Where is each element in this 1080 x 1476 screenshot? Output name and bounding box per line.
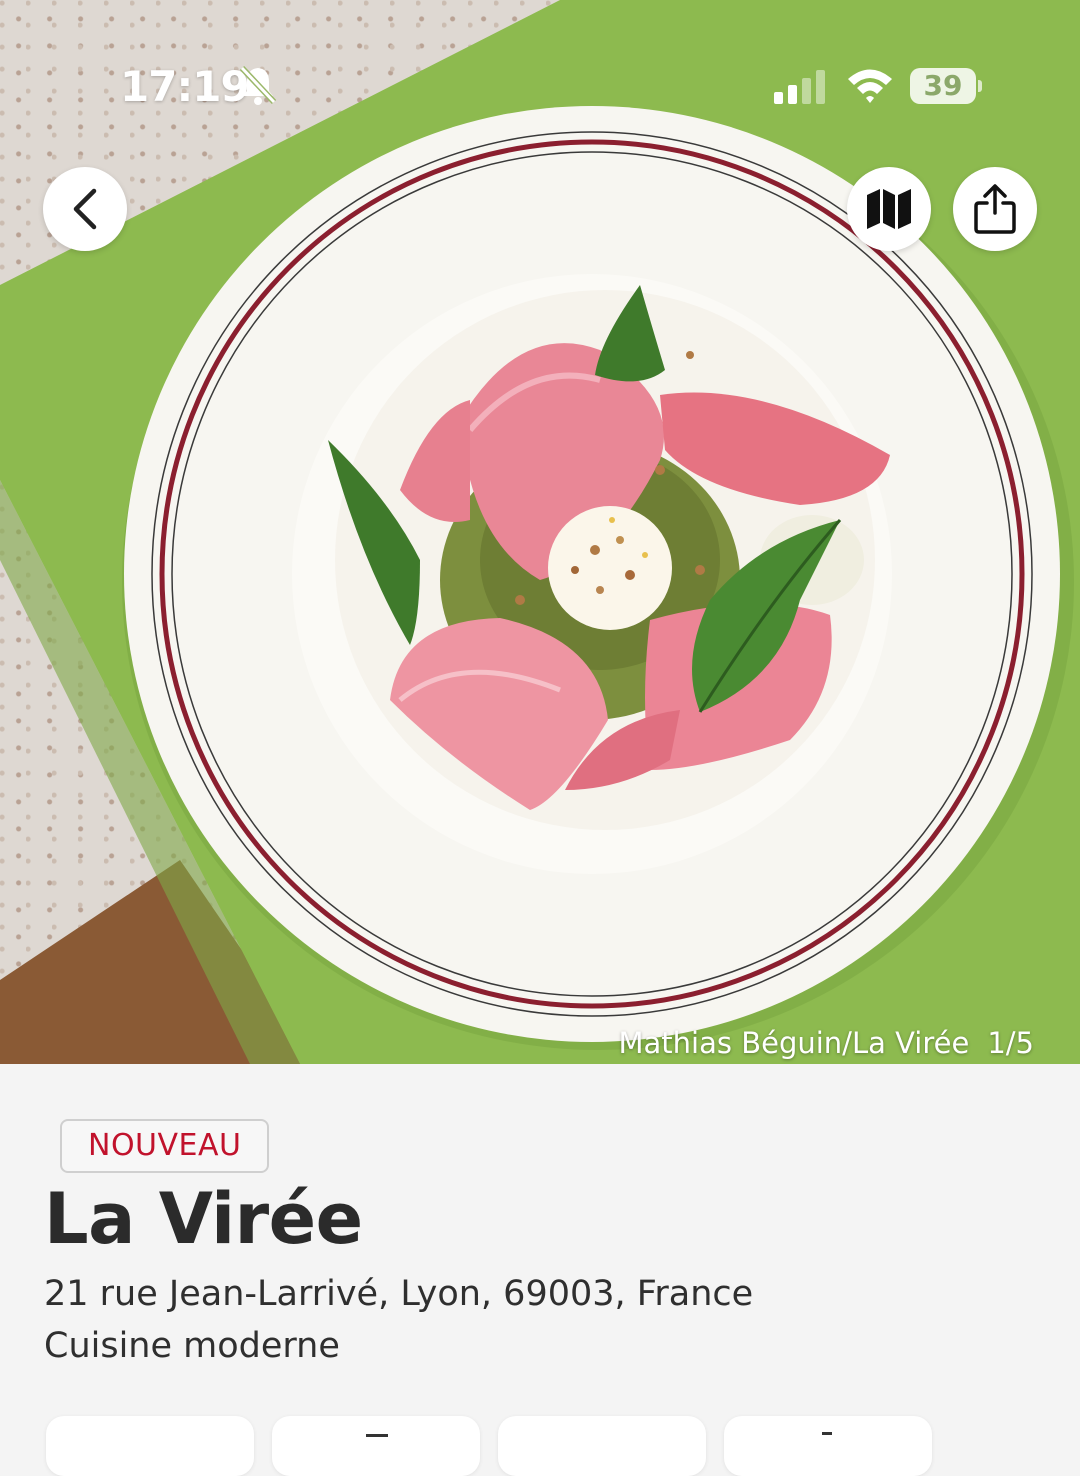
share-icon bbox=[974, 184, 1016, 234]
action-button-2[interactable] bbox=[272, 1416, 480, 1476]
chevron-left-icon bbox=[73, 188, 97, 230]
battery-nub bbox=[978, 80, 982, 92]
share-button[interactable] bbox=[953, 167, 1037, 251]
restaurant-name: La Virée bbox=[44, 1178, 363, 1260]
photo-credit: Mathias Béguin/La Virée 1/5 bbox=[619, 1026, 1034, 1060]
status-time: 17:19 bbox=[120, 62, 250, 111]
wifi-icon bbox=[848, 69, 892, 103]
photo-counter: 1/5 bbox=[987, 1026, 1034, 1060]
dish-photo bbox=[0, 0, 1080, 1064]
action-icon bbox=[822, 1432, 832, 1435]
battery-icon: 39 bbox=[910, 68, 976, 104]
bell-slash-icon bbox=[239, 65, 277, 105]
action-icon bbox=[366, 1434, 388, 1437]
back-button[interactable] bbox=[43, 167, 127, 251]
cellular-signal-icon bbox=[774, 70, 825, 104]
new-badge: NOUVEAU bbox=[60, 1119, 270, 1173]
map-icon bbox=[867, 189, 911, 229]
action-button-3[interactable] bbox=[498, 1416, 706, 1476]
restaurant-cuisine: Cuisine moderne bbox=[44, 1326, 340, 1366]
hero-photo[interactable]: 17:19 39 Mathias Béguin/La Virée 1/5 bbox=[0, 0, 1080, 1064]
restaurant-address[interactable]: 21 rue Jean-Larrivé, Lyon, 69003, France bbox=[44, 1274, 753, 1314]
restaurant-info: NOUVEAU La Virée 21 rue Jean-Larrivé, Ly… bbox=[0, 1064, 1080, 1476]
action-button-1[interactable] bbox=[46, 1416, 254, 1476]
action-button-4[interactable] bbox=[724, 1416, 932, 1476]
map-button[interactable] bbox=[847, 167, 931, 251]
photo-credit-text: Mathias Béguin/La Virée bbox=[618, 1026, 970, 1060]
